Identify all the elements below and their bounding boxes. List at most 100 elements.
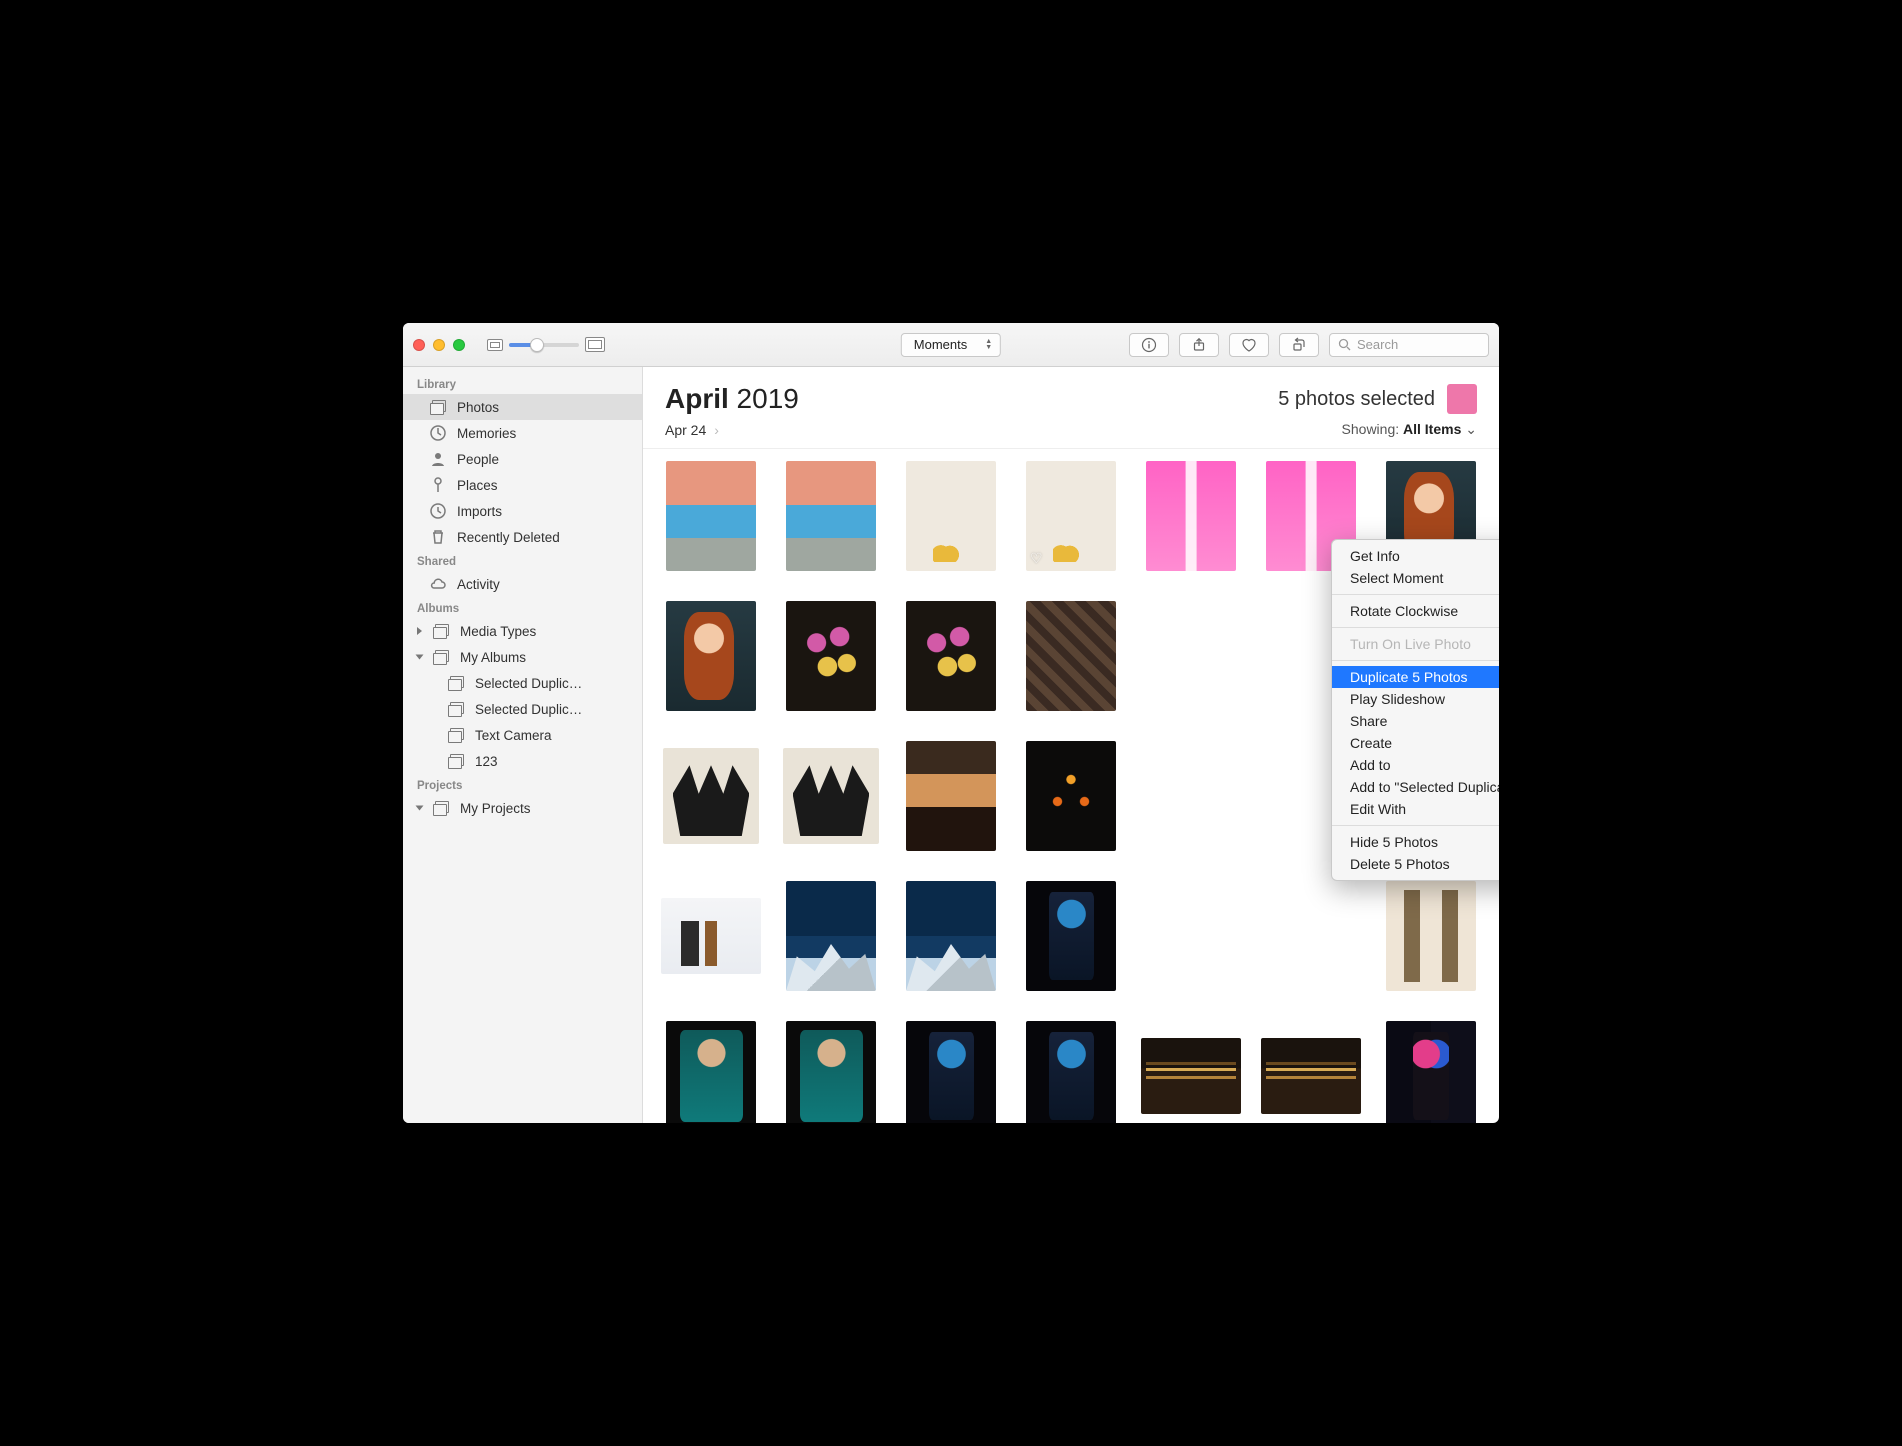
disclosure-icon[interactable] xyxy=(416,806,424,811)
sidebar-item-my-projects[interactable]: My Projects xyxy=(403,795,642,821)
sidebar-album-3[interactable]: 123 xyxy=(403,748,642,774)
photo-thumbnail[interactable] xyxy=(1141,1038,1241,1114)
photo-thumbnail[interactable] xyxy=(906,741,996,851)
photo-thumbnail[interactable] xyxy=(786,601,876,711)
context-menu-item-label: Edit With xyxy=(1350,801,1406,817)
photo-thumbnail[interactable] xyxy=(906,881,996,991)
sidebar-item-imports[interactable]: Imports xyxy=(403,498,642,524)
photo-thumbnail[interactable] xyxy=(666,461,756,571)
filter-control[interactable]: Showing: All Items ⌄ xyxy=(1342,421,1477,438)
content-header: April 2019 5 photos selected xyxy=(643,367,1499,417)
photo-thumbnail[interactable]: ♡ xyxy=(1026,461,1116,571)
photo-thumbnail[interactable] xyxy=(1026,601,1116,711)
zoom-small-icon[interactable] xyxy=(487,339,503,351)
zoom-slider[interactable] xyxy=(509,343,579,347)
sidebar-item-recently-deleted[interactable]: Recently Deleted xyxy=(403,524,642,550)
fullscreen-window-button[interactable] xyxy=(453,339,465,351)
context-menu-item[interactable]: Select Moment xyxy=(1332,567,1499,589)
disclosure-icon[interactable] xyxy=(416,655,424,660)
context-menu-item[interactable]: Edit With▶ xyxy=(1332,798,1499,820)
sidebar-item-my-albums[interactable]: My Albums xyxy=(403,644,642,670)
share-icon xyxy=(1191,337,1207,353)
photo-thumbnail[interactable] xyxy=(1026,1021,1116,1123)
sidebar-item-people[interactable]: People xyxy=(403,446,642,472)
rotate-button[interactable] xyxy=(1279,333,1319,357)
share-button[interactable] xyxy=(1179,333,1219,357)
context-menu-item[interactable]: Duplicate 5 Photos xyxy=(1332,666,1499,688)
menu-separator xyxy=(1332,660,1499,661)
album-icon xyxy=(432,799,450,817)
sidebar-item-photos[interactable]: Photos xyxy=(403,394,642,420)
disclosure-icon[interactable] xyxy=(417,627,422,635)
sidebar-album-1[interactable]: Selected Duplic… xyxy=(403,696,642,722)
photo-thumbnail[interactable] xyxy=(666,1021,756,1123)
album-icon xyxy=(432,648,450,666)
close-window-button[interactable] xyxy=(413,339,425,351)
photo-thumbnail[interactable] xyxy=(663,748,759,844)
photo-thumbnail[interactable] xyxy=(906,1021,996,1123)
album-icon xyxy=(447,674,465,692)
people-icon xyxy=(429,450,447,468)
sidebar-album-2[interactable]: Text Camera xyxy=(403,722,642,748)
photo-thumbnail[interactable] xyxy=(1026,741,1116,851)
photo-thumbnail[interactable] xyxy=(783,748,879,844)
photo-thumbnail[interactable] xyxy=(1146,461,1236,571)
photo-thumbnail[interactable] xyxy=(786,461,876,571)
popup-stepper-icon: ▲▼ xyxy=(985,339,992,350)
sidebar-item-places[interactable]: Places xyxy=(403,472,642,498)
page-title: April 2019 xyxy=(665,383,799,415)
photos-icon xyxy=(429,398,447,416)
sidebar-section-albums: Albums xyxy=(403,597,642,618)
context-menu-item[interactable]: Hide 5 Photos xyxy=(1332,831,1499,853)
sidebar-item-activity[interactable]: Activity xyxy=(403,571,642,597)
minimize-window-button[interactable] xyxy=(433,339,445,351)
context-menu-item[interactable]: Rotate Clockwise xyxy=(1332,600,1499,622)
moment-date[interactable]: Apr 24 xyxy=(665,422,706,438)
photo-thumbnail[interactable] xyxy=(786,1021,876,1123)
favorite-button[interactable] xyxy=(1229,333,1269,357)
context-menu-item[interactable]: Share▶ xyxy=(1332,710,1499,732)
imports-icon xyxy=(429,502,447,520)
context-menu-item[interactable]: Play Slideshow xyxy=(1332,688,1499,710)
context-menu-item[interactable]: Add to▶ xyxy=(1332,754,1499,776)
chevron-right-icon[interactable]: › xyxy=(714,422,719,438)
context-menu-item-label: Create xyxy=(1350,735,1392,751)
selection-preview-thumbnail[interactable] xyxy=(1447,384,1477,414)
context-menu-item-label: Turn On Live Photo xyxy=(1350,636,1471,652)
context-menu-item-label: Hide 5 Photos xyxy=(1350,834,1438,850)
album-icon xyxy=(432,622,450,640)
photo-thumbnail[interactable] xyxy=(1386,1021,1476,1123)
sidebar-item-media-types[interactable]: Media Types xyxy=(403,618,642,644)
context-menu-item[interactable]: Get Info xyxy=(1332,545,1499,567)
photo-thumbnail[interactable] xyxy=(1386,881,1476,991)
photo-thumbnail[interactable] xyxy=(661,898,761,974)
photo-thumbnail[interactable] xyxy=(1261,1038,1361,1114)
sidebar-album-0[interactable]: Selected Duplic… xyxy=(403,670,642,696)
window-controls xyxy=(413,339,465,351)
photo-thumbnail[interactable] xyxy=(666,601,756,711)
context-menu-item[interactable]: Add to "Selected Duplicate Photos" xyxy=(1332,776,1499,798)
context-menu-item: Turn On Live Photo xyxy=(1332,633,1499,655)
photo-thumbnail[interactable] xyxy=(906,601,996,711)
context-menu-item[interactable]: Create▶ xyxy=(1332,732,1499,754)
view-mode-popup[interactable]: Moments ▲▼ xyxy=(901,333,1001,357)
places-icon xyxy=(429,476,447,494)
info-button[interactable] xyxy=(1129,333,1169,357)
heart-icon xyxy=(1240,337,1258,353)
sidebar-section-library: Library xyxy=(403,373,642,394)
photo-thumbnail[interactable] xyxy=(786,881,876,991)
menu-separator xyxy=(1332,627,1499,628)
photo-thumbnail[interactable] xyxy=(1026,881,1116,991)
album-icon xyxy=(447,726,465,744)
favorite-badge-icon: ♡ xyxy=(1030,550,1043,567)
context-menu-item-label: Duplicate 5 Photos xyxy=(1350,669,1468,685)
titlebar: Moments ▲▼ Search xyxy=(403,323,1499,367)
zoom-large-icon[interactable] xyxy=(585,337,605,352)
photo-thumbnail[interactable] xyxy=(906,461,996,571)
sidebar-section-projects: Projects xyxy=(403,774,642,795)
sidebar-item-memories[interactable]: Memories xyxy=(403,420,642,446)
app-window: Moments ▲▼ Search xyxy=(403,323,1499,1123)
search-field[interactable]: Search xyxy=(1329,333,1489,357)
context-menu-item[interactable]: Delete 5 Photos xyxy=(1332,853,1499,875)
context-menu-item-label: Add to "Selected Duplicate Photos" xyxy=(1350,779,1499,795)
